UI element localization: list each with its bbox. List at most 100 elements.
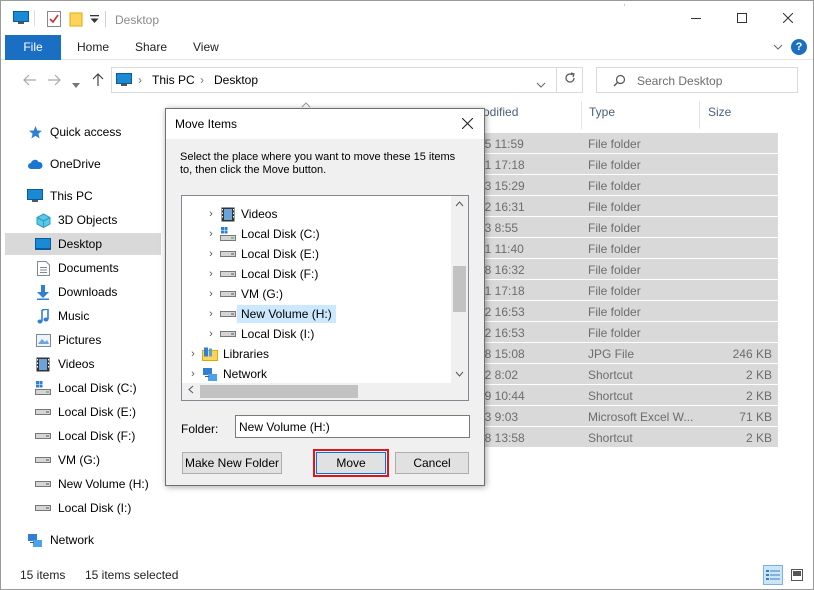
scroll-up-icon[interactable]: [451, 196, 468, 213]
tab-home[interactable]: Home: [63, 35, 123, 60]
sidebar-item-local-disk-i[interactable]: Local Disk (I:): [5, 497, 161, 519]
table-row[interactable]: 22 16:53 File folder: [438, 301, 778, 322]
tree-horizontal-scrollbar[interactable]: [182, 383, 468, 400]
sidebar-item-local-disk-c[interactable]: Local Disk (C:): [5, 377, 161, 399]
scroll-left-icon[interactable]: [182, 383, 199, 400]
table-row[interactable]: 21 17:18 File folder: [438, 154, 778, 175]
chevron-right-icon[interactable]: ›: [202, 208, 220, 220]
breadcrumb-this-pc[interactable]: This PC: [152, 73, 195, 87]
properties-icon[interactable]: [47, 11, 61, 30]
sidebar-item-vm-g[interactable]: VM (G:): [5, 449, 161, 471]
chevron-right-icon[interactable]: ›: [184, 348, 202, 360]
tree-node-local-disk-f[interactable]: › Local Disk (F:): [202, 264, 318, 284]
drive-icon: [35, 452, 51, 468]
table-row[interactable]: 22 8:02 Shortcut 2 KB: [438, 364, 778, 385]
table-row[interactable]: 15 11:59 File folder: [438, 133, 778, 154]
sidebar-item-new-volume-h[interactable]: New Volume (H:): [5, 473, 161, 495]
sidebar-item-desktop[interactable]: Desktop: [5, 233, 161, 255]
tree-node-local-disk-i[interactable]: › Local Disk (I:): [202, 324, 314, 344]
column-date-modified[interactable]: odified: [483, 105, 518, 119]
tree-node-local-disk-c[interactable]: › Local Disk (C:): [202, 224, 320, 244]
close-button[interactable]: [765, 1, 811, 35]
sidebar-item-network[interactable]: Network: [5, 529, 161, 551]
sidebar-item-this-pc[interactable]: This PC: [5, 185, 161, 207]
chevron-right-icon[interactable]: ›: [202, 328, 220, 340]
tree-node-videos[interactable]: › Videos: [202, 204, 277, 224]
large-icons-view-button[interactable]: [787, 565, 807, 585]
sidebar-item-label: VM (G:): [58, 453, 100, 467]
tree-node-label: Local Disk (C:): [241, 227, 320, 241]
table-row[interactable]: 22 16:31 File folder: [438, 196, 778, 217]
explorer-window: Desktop , File Home Share View ? › This …: [0, 0, 814, 590]
move-button[interactable]: Move: [313, 449, 389, 477]
folder-field[interactable]: [235, 415, 470, 438]
dialog-close-button[interactable]: [458, 115, 476, 133]
table-row[interactable]: 29 10:44 Shortcut 2 KB: [438, 385, 778, 406]
details-view-button[interactable]: [763, 565, 783, 585]
breadcrumb-desktop[interactable]: Desktop: [214, 73, 258, 87]
column-divider[interactable]: [581, 101, 582, 129]
cancel-button[interactable]: Cancel: [395, 452, 469, 474]
table-row[interactable]: 21 11:40 File folder: [438, 238, 778, 259]
sidebar-item-quick-access[interactable]: Quick access: [5, 121, 161, 143]
this-pc-icon[interactable]: [13, 11, 29, 28]
up-arrow-icon[interactable]: [92, 73, 104, 90]
table-row[interactable]: 21 17:18 File folder: [438, 280, 778, 301]
forward-arrow-icon[interactable]: [47, 73, 61, 89]
tab-share[interactable]: Share: [121, 35, 181, 60]
chevron-right-icon[interactable]: ›: [202, 248, 220, 260]
sidebar-item-label: OneDrive: [50, 157, 101, 171]
search-box[interactable]: Search Desktop: [596, 67, 798, 93]
chevron-right-icon[interactable]: ›: [202, 288, 220, 300]
sidebar-item-downloads[interactable]: Downloads: [5, 281, 161, 303]
address-bar[interactable]: › This PC › Desktop: [111, 67, 583, 93]
tree-node-network[interactable]: › Network: [184, 364, 267, 384]
sidebar-item-3d-objects[interactable]: 3D Objects: [5, 209, 161, 231]
scroll-down-icon[interactable]: [451, 366, 468, 383]
sidebar-item-local-disk-e[interactable]: Local Disk (E:): [5, 401, 161, 423]
customize-dropdown-icon[interactable]: [90, 13, 99, 27]
sidebar-item-documents[interactable]: Documents: [5, 257, 161, 279]
make-new-folder-button[interactable]: Make New Folder: [182, 452, 282, 474]
tree-node-libraries[interactable]: › Libraries: [184, 344, 269, 364]
minimize-button[interactable]: [673, 1, 719, 35]
chevron-right-icon[interactable]: ›: [202, 228, 220, 240]
table-row[interactable]: 18 13:58 Shortcut 2 KB: [438, 427, 778, 448]
sidebar-item-local-disk-f[interactable]: Local Disk (F:): [5, 425, 161, 447]
sidebar-item-videos[interactable]: Videos: [5, 353, 161, 375]
tree-node-vm-g[interactable]: › VM (G:): [202, 284, 283, 304]
column-divider[interactable]: [699, 101, 700, 129]
help-button[interactable]: ?: [791, 39, 807, 55]
chevron-right-icon[interactable]: ›: [202, 268, 220, 280]
recent-chevron-icon[interactable]: [72, 76, 80, 92]
table-row[interactable]: 18 16:32 File folder: [438, 259, 778, 280]
column-type[interactable]: Type: [589, 105, 615, 119]
sidebar-item-music[interactable]: Music: [5, 305, 161, 327]
table-row[interactable]: 18 15:08 JPG File 246 KB: [438, 343, 778, 364]
table-row[interactable]: 23 8:55 File folder: [438, 217, 778, 238]
ribbon-collapse-icon[interactable]: [773, 40, 783, 54]
chevron-right-icon[interactable]: ›: [184, 368, 202, 380]
chevron-right-icon[interactable]: ›: [202, 308, 220, 320]
new-folder-icon[interactable]: [69, 11, 85, 30]
folder-tree[interactable]: › Videos › Local Disk (C:) › Local Disk (E:) ›…: [181, 195, 469, 401]
sidebar-item-onedrive[interactable]: OneDrive: [5, 153, 161, 175]
table-row[interactable]: 23 9:03 Microsoft Excel W... 71 KB: [438, 406, 778, 427]
maximize-button[interactable]: [719, 1, 765, 35]
tree-node-new-volume-h[interactable]: › New Volume (H:): [202, 304, 336, 324]
desktop-icon: [35, 236, 51, 252]
sidebar-item-pictures[interactable]: Pictures: [5, 329, 161, 351]
table-row[interactable]: 23 15:29 File folder: [438, 175, 778, 196]
selected-count: 15 items selected: [85, 568, 179, 582]
table-row[interactable]: 22 16:53 File folder: [438, 322, 778, 343]
tab-view[interactable]: View: [179, 35, 233, 60]
back-arrow-icon[interactable]: [23, 73, 37, 89]
tree-vertical-scroll-thumb[interactable]: [453, 266, 466, 312]
column-size[interactable]: Size: [708, 105, 731, 119]
tree-vertical-scrollbar[interactable]: [451, 196, 468, 383]
tab-file[interactable]: File: [5, 35, 61, 60]
tree-horizontal-scroll-thumb[interactable]: [200, 385, 358, 398]
tree-node-local-disk-e[interactable]: › Local Disk (E:): [202, 244, 319, 264]
refresh-button[interactable]: [556, 68, 582, 92]
address-dropdown-icon[interactable]: [536, 77, 546, 91]
